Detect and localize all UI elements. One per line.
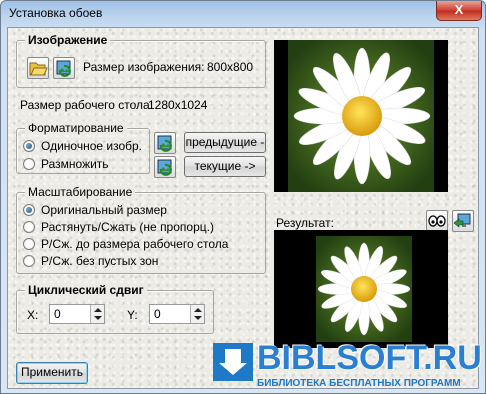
radio-stretch-label: Растянуть/Сжать (не пропорц.) (41, 220, 214, 234)
watermark-subtitle: БИБЛИОТЕКА БЕСПЛАТНЫХ ПРОГРАММ (257, 378, 461, 389)
radio-fill[interactable] (23, 255, 35, 267)
prev-wallpaper-icon-button[interactable] (154, 132, 176, 154)
formatting-legend: Форматирование (25, 121, 127, 135)
shift-y-value: 0 (154, 307, 161, 321)
monitor-arrow-icon (453, 213, 471, 228)
watermark-title: BIBLSOFT.RU (257, 339, 482, 377)
client-area: Изображение Размер изображения: 800x800 … (7, 27, 479, 389)
folder-open-icon (29, 62, 48, 76)
title-bar[interactable]: Установка обоев X (1, 1, 485, 27)
apply-wallpaper-icon-button[interactable] (452, 210, 474, 232)
cyclic-shift-group: Циклический сдвиг X: 0 Y: 0 (16, 283, 214, 334)
current-button[interactable]: текущие -> (184, 156, 266, 177)
prev-button[interactable]: предыдущие -> (184, 132, 266, 168)
radio-stretch[interactable] (23, 221, 35, 233)
eyes-icon (428, 215, 446, 227)
result-daisy-image (316, 236, 412, 342)
formatting-group: Форматирование Одиночное изобр. Размножи… (16, 121, 150, 174)
image-group: Изображение Размер изображения: 800x800 (16, 33, 266, 88)
image-group-legend: Изображение (25, 33, 111, 47)
open-image-button[interactable] (27, 57, 49, 79)
radio-tile[interactable] (23, 158, 35, 170)
desktop-size-label: Размер рабочего стола: (20, 98, 154, 112)
close-button[interactable]: X (436, 1, 482, 21)
refresh-image-button[interactable] (53, 57, 75, 79)
desktop-size-value: 1280x1024 (148, 98, 208, 112)
spin-up-icon[interactable] (194, 308, 202, 312)
spin-down-icon[interactable] (94, 316, 102, 320)
download-icon (213, 343, 253, 381)
daisy-image (288, 40, 434, 192)
shift-y-label: Y: (127, 308, 138, 322)
spin-down-icon[interactable] (194, 316, 202, 320)
radio-fill-label: Р/Сж. без пустых зон (41, 254, 159, 268)
picture-refresh-icon (157, 135, 172, 152)
picture-refresh-icon (56, 60, 71, 77)
radio-single-image-label: Одиночное изобр. (41, 139, 142, 153)
shift-x-label: X: (27, 308, 39, 322)
watermark: BIBLSOFT.RU БИБЛИОТЕКА БЕСПЛАТНЫХ ПРОГРА… (211, 339, 483, 393)
radio-tile-label: Размножить (41, 157, 109, 171)
result-preview (274, 230, 448, 348)
wallpaper-dialog: Установка обоев X Изображение Размер изо… (0, 0, 486, 394)
radio-original-size[interactable] (23, 204, 35, 216)
scaling-group: Масштабирование Оригинальный размер Раст… (16, 185, 266, 274)
shift-x-arrows[interactable] (90, 305, 104, 323)
radio-fit-desktop[interactable] (23, 238, 35, 250)
image-size-label: Размер изображения: (83, 60, 205, 74)
cyclic-shift-legend: Циклический сдвиг (25, 283, 147, 297)
radio-original-size-label: Оригинальный размер (41, 203, 167, 217)
current-wallpaper-icon-button[interactable] (154, 156, 176, 178)
window-title: Установка обоев (9, 6, 103, 20)
radio-fit-desktop-label: Р/Сж. до размера рабочего стола (41, 237, 229, 251)
shift-y-arrows[interactable] (190, 305, 204, 323)
image-size-value: 800x800 (207, 60, 254, 74)
shift-y-spinner[interactable]: 0 (149, 304, 205, 324)
source-image-preview (274, 40, 448, 192)
shift-x-value: 0 (54, 307, 61, 321)
picture-refresh-icon (157, 159, 172, 176)
spin-up-icon[interactable] (94, 308, 102, 312)
scaling-legend: Масштабирование (25, 185, 136, 199)
preview-result-button[interactable] (426, 210, 448, 232)
result-label: Результат: (276, 216, 334, 230)
radio-single-image[interactable] (23, 140, 35, 152)
apply-button[interactable]: Применить (16, 362, 88, 384)
shift-x-spinner[interactable]: 0 (49, 304, 105, 324)
